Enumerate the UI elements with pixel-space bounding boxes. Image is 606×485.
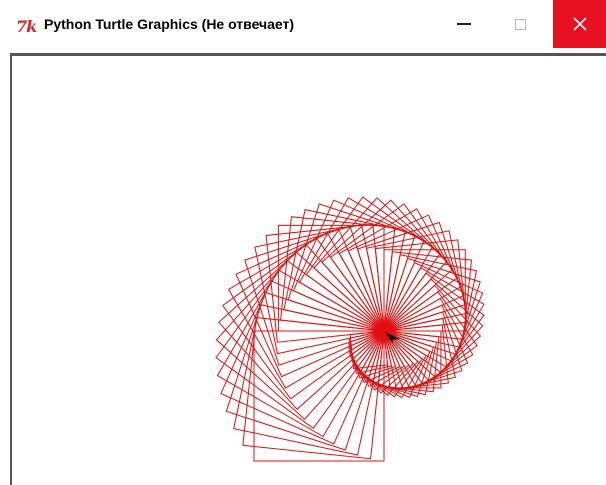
- minimize-icon: [457, 23, 471, 25]
- spiral-square: [218, 243, 385, 411]
- turtle-drawing: [215, 196, 485, 462]
- spiral-square: [222, 237, 385, 400]
- maximize-icon: [514, 18, 526, 30]
- close-button[interactable]: [553, 0, 606, 48]
- spiral-square: [383, 249, 466, 332]
- spiral-square: [321, 199, 454, 332]
- title-bar[interactable]: 7k Python Turtle Graphics (Не отвечает): [0, 0, 606, 52]
- tk-app-icon[interactable]: 7k: [16, 17, 38, 37]
- square-spiral: [215, 196, 485, 462]
- maximize-button[interactable]: [497, 0, 543, 48]
- window-title: Python Turtle Graphics (Не отвечает): [44, 16, 295, 32]
- spiral-square: [215, 250, 385, 420]
- minimize-button[interactable]: [441, 0, 487, 48]
- turtle-canvas-area[interactable]: [10, 53, 606, 485]
- close-icon: [572, 17, 587, 31]
- turtle-window: 7k Python Turtle Graphics (Не отвечает): [0, 0, 606, 485]
